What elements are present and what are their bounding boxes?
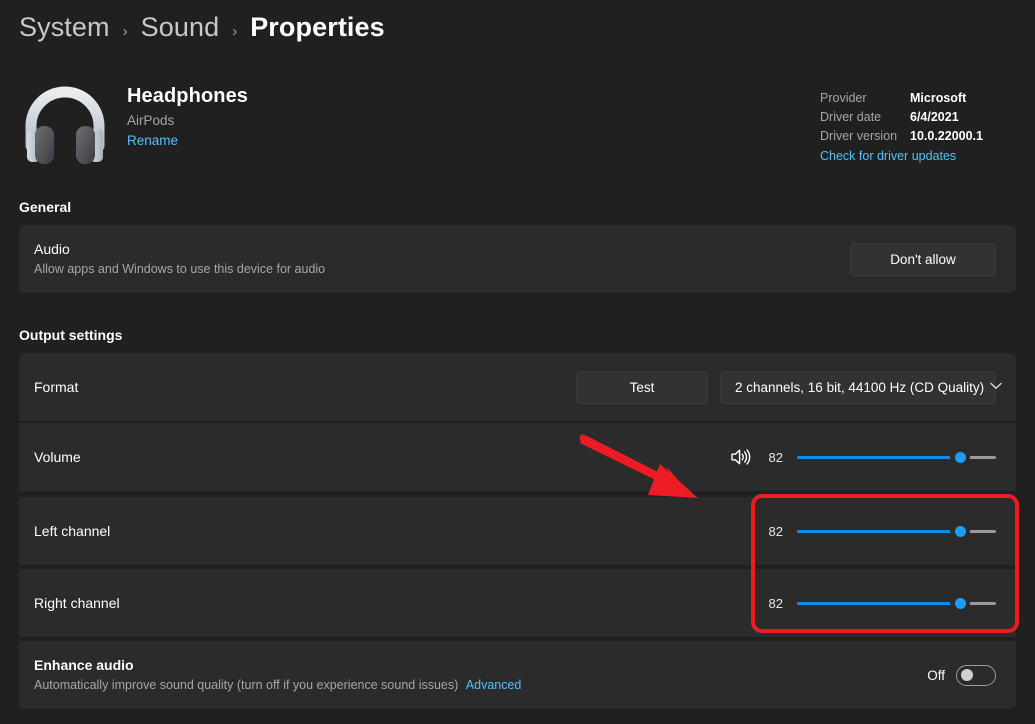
format-dropdown-value: 2 channels, 16 bit, 44100 Hz (CD Quality… <box>735 380 984 395</box>
driver-provider-label: Provider <box>820 89 910 108</box>
right-channel-slider[interactable] <box>797 593 996 613</box>
format-setting-actions: Test 2 channels, 16 bit, 44100 Hz (CD Qu… <box>576 371 996 404</box>
breadcrumb-item-properties: Properties <box>250 12 385 43</box>
chevron-right-icon: › <box>231 23 238 40</box>
driver-date-row: Driver date 6/4/2021 <box>820 108 1010 127</box>
right-channel-slider-fill <box>797 602 960 605</box>
volume-setting-text: Volume <box>34 448 729 466</box>
driver-date-value: 6/4/2021 <box>910 108 959 127</box>
volume-setting-title: Volume <box>34 448 729 466</box>
enhance-audio-description-text: Automatically improve sound quality (tur… <box>34 678 458 692</box>
headphones-icon <box>19 82 111 168</box>
device-info: Headphones AirPods Rename <box>127 82 248 150</box>
advanced-link[interactable]: Advanced <box>466 677 522 694</box>
driver-version-label: Driver version <box>820 127 910 146</box>
audio-setting-description: Allow apps and Windows to use this devic… <box>34 261 850 278</box>
breadcrumb: System › Sound › Properties <box>19 12 385 52</box>
driver-provider-value: Microsoft <box>910 89 966 108</box>
format-setting-title: Format <box>34 378 576 396</box>
enhance-audio-toggle-state: Off <box>927 668 945 683</box>
volume-slider-thumb[interactable] <box>950 447 970 467</box>
volume-setting-controls: 82 <box>729 446 996 468</box>
check-driver-updates-link[interactable]: Check for driver updates <box>820 149 1010 163</box>
volume-value: 82 <box>761 450 783 465</box>
left-channel-slider-group: 82 <box>761 521 996 541</box>
rename-link[interactable]: Rename <box>127 133 178 148</box>
volume-setting-row: Volume 82 <box>19 423 1016 491</box>
format-dropdown[interactable]: 2 channels, 16 bit, 44100 Hz (CD Quality… <box>720 371 996 404</box>
speaker-volume-icon[interactable] <box>729 446 751 468</box>
driver-version-value: 10.0.22000.1 <box>910 127 983 146</box>
right-channel-value: 82 <box>761 596 783 611</box>
driver-info: Provider Microsoft Driver date 6/4/2021 … <box>820 89 1010 163</box>
device-header: Headphones AirPods Rename <box>19 82 248 168</box>
breadcrumb-item-sound[interactable]: Sound <box>141 12 220 43</box>
section-header-output-settings: Output settings <box>19 327 122 343</box>
audio-setting-title: Audio <box>34 240 850 258</box>
enhance-audio-toggle-wrap: Off <box>927 665 996 686</box>
driver-provider-row: Provider Microsoft <box>820 89 1010 108</box>
device-name: Headphones <box>127 85 248 108</box>
format-setting-text: Format <box>34 378 576 396</box>
dont-allow-button[interactable]: Don't allow <box>850 243 996 276</box>
device-subtitle: AirPods <box>127 113 248 128</box>
format-setting-row: Format Test 2 channels, 16 bit, 44100 Hz… <box>19 353 1016 421</box>
left-channel-setting-row: Left channel 82 <box>19 497 1016 565</box>
right-channel-slider-group: 82 <box>761 593 996 613</box>
right-channel-controls: 82 <box>761 593 996 613</box>
left-channel-title: Left channel <box>34 522 761 540</box>
chevron-right-icon: › <box>122 23 129 40</box>
audio-setting-actions: Don't allow <box>850 243 996 276</box>
volume-slider[interactable] <box>797 447 996 467</box>
section-header-general: General <box>19 199 71 215</box>
left-channel-controls: 82 <box>761 521 996 541</box>
left-channel-value: 82 <box>761 524 783 539</box>
audio-setting-text: Audio Allow apps and Windows to use this… <box>34 240 850 278</box>
right-channel-slider-thumb[interactable] <box>950 593 970 613</box>
left-channel-slider-fill <box>797 530 960 533</box>
audio-setting-row: Audio Allow apps and Windows to use this… <box>19 225 1016 293</box>
enhance-audio-controls: Off <box>927 665 996 686</box>
left-channel-slider-thumb[interactable] <box>950 521 970 541</box>
enhance-audio-description: Automatically improve sound quality (tur… <box>34 677 927 694</box>
driver-date-label: Driver date <box>820 108 910 127</box>
left-channel-slider[interactable] <box>797 521 996 541</box>
enhance-audio-title: Enhance audio <box>34 656 927 674</box>
test-button[interactable]: Test <box>576 371 708 404</box>
breadcrumb-item-system[interactable]: System <box>19 12 110 43</box>
chevron-down-icon <box>990 382 1002 393</box>
enhance-audio-toggle[interactable] <box>956 665 996 686</box>
right-channel-setting-row: Right channel 82 <box>19 569 1016 637</box>
enhance-audio-text: Enhance audio Automatically improve soun… <box>34 656 927 694</box>
left-channel-text: Left channel <box>34 522 761 540</box>
sound-properties-page: System › Sound › Properties <box>0 0 1035 724</box>
right-channel-title: Right channel <box>34 594 761 612</box>
volume-slider-group: 82 <box>729 446 996 468</box>
volume-slider-fill <box>797 456 960 459</box>
enhance-audio-setting-row: Enhance audio Automatically improve soun… <box>19 641 1016 709</box>
right-channel-text: Right channel <box>34 594 761 612</box>
toggle-knob <box>961 669 973 681</box>
driver-version-row: Driver version 10.0.22000.1 <box>820 127 1010 146</box>
